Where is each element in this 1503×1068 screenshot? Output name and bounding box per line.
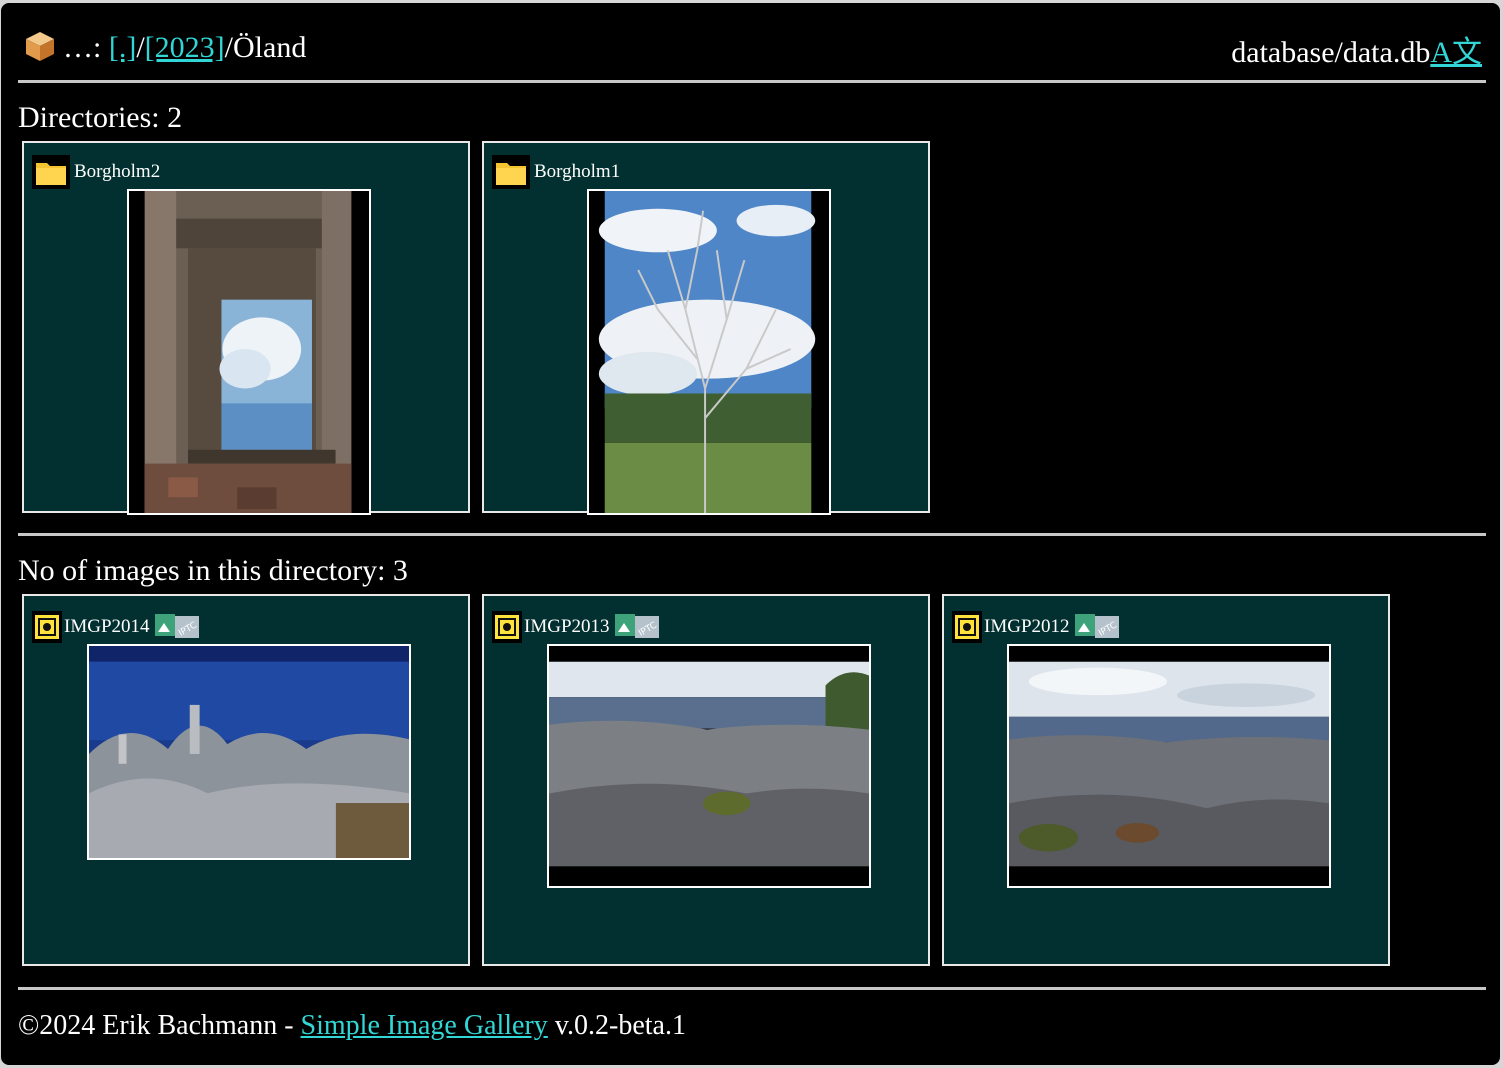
image-thumbnail[interactable] — [547, 644, 871, 888]
image-name[interactable]: IMGP2014 — [64, 616, 150, 638]
image-file-icon — [32, 611, 62, 643]
exif-iptc-icon[interactable]: IPTC — [154, 614, 199, 640]
folder-icon — [492, 155, 530, 189]
image-name[interactable]: IMGP2013 — [524, 616, 610, 638]
image-card-imgp2012[interactable]: IMGP2012 IPTC — [942, 594, 1390, 966]
directory-thumbnail[interactable] — [127, 189, 371, 515]
image-thumbnail[interactable] — [1007, 644, 1331, 888]
app-window: …: [.]/[2023]/Öland database/data.dbA文 D… — [1, 3, 1500, 1065]
exif-iptc-icon[interactable]: IPTC — [1074, 614, 1119, 640]
divider — [18, 533, 1486, 536]
breadcrumb-current: Öland — [233, 31, 307, 64]
image-file-icon — [492, 611, 522, 643]
tree-photo — [589, 191, 829, 513]
images-heading: No of images in this directory: 3 — [18, 554, 408, 587]
header-bar: …: [.]/[2023]/Öland database/data.dbA文 — [19, 27, 1482, 75]
image-thumbnail[interactable] — [87, 644, 411, 860]
stone-field-photo — [549, 646, 869, 886]
database-info: database/data.dbA文 — [1231, 27, 1482, 71]
breadcrumb: …: [.]/[2023]/Öland — [63, 31, 307, 64]
stone-shore-photo — [1009, 646, 1329, 886]
stone-window-photo — [129, 191, 369, 513]
copyright-text: ©2024 Erik Bachmann - — [18, 1010, 294, 1041]
directory-card-borgholm2[interactable]: Borgholm2 — [22, 141, 470, 515]
breadcrumb-root-link[interactable]: [.] — [109, 31, 136, 64]
stone-cairns-sea-photo — [89, 646, 409, 858]
divider — [18, 987, 1486, 990]
package-cube-icon — [26, 32, 54, 61]
folder-icon — [32, 155, 70, 189]
directory-name[interactable]: Borgholm2 — [74, 161, 160, 183]
directory-card-borgholm1[interactable]: Borgholm1 — [482, 141, 930, 515]
image-file-icon — [952, 611, 982, 643]
footer: ©2024 Erik Bachmann - Simple Image Galle… — [18, 1010, 686, 1042]
image-name[interactable]: IMGP2012 — [984, 616, 1070, 638]
divider — [18, 80, 1486, 83]
image-card-imgp2013[interactable]: IMGP2013 IPTC — [482, 594, 930, 966]
exif-iptc-icon[interactable]: IPTC — [614, 614, 659, 640]
breadcrumb-prefix: …: — [63, 31, 102, 64]
app-link[interactable]: Simple Image Gallery — [301, 1010, 548, 1041]
breadcrumb-year-link[interactable]: [2023] — [145, 31, 225, 64]
image-card-imgp2014[interactable]: IMGP2014 IPTC — [22, 594, 470, 966]
database-label: database/data.db — [1231, 36, 1431, 69]
language-link[interactable]: A文 — [1430, 36, 1482, 69]
version-text: v.0.2-beta.1 — [554, 1010, 686, 1041]
directory-thumbnail[interactable] — [587, 189, 831, 515]
directory-name[interactable]: Borgholm1 — [534, 161, 620, 183]
directories-heading: Directories: 2 — [18, 101, 183, 134]
